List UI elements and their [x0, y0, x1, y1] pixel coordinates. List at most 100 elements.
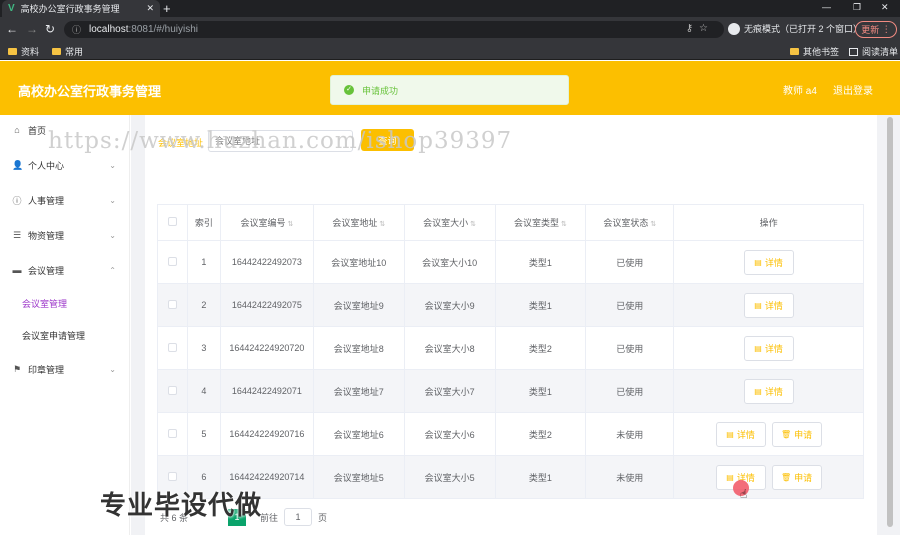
col-type[interactable]: 会议室类型 ⇅	[494, 204, 587, 241]
logout-link[interactable]: 退出登录	[833, 82, 873, 97]
cell-address: 会议室地址8	[312, 326, 405, 370]
site-info-icon[interactable]: ⓘ	[72, 23, 81, 36]
col-address[interactable]: 会议室地址 ⇅	[312, 204, 405, 241]
sidebar-item-meeting[interactable]: ▬ 会议管理 ⌃	[0, 260, 130, 280]
cell-actions: ▤ 详情 🗑 申请	[673, 455, 864, 499]
cell-type: 类型1	[494, 240, 587, 284]
checkbox[interactable]	[167, 385, 177, 395]
document-icon: ▤	[754, 343, 762, 353]
sort-icon[interactable]: ⇅	[287, 221, 293, 228]
meeting-room-table: 索引 会议室编号 ⇅ 会议室地址 ⇅ 会议室大小 ⇅ 会议室类型 ⇅ 会议室状态 ⇅ 操作…	[157, 204, 864, 499]
cell-size: 会议室大小9	[403, 283, 496, 327]
cell-actions: ▤ 详情	[673, 240, 864, 284]
row-checkbox-cell[interactable]	[157, 412, 188, 456]
sort-icon[interactable]: ⇅	[470, 221, 476, 228]
chevron-down-icon: ⌄	[109, 195, 116, 205]
info-icon: ⓘ	[12, 195, 22, 206]
cell-status: 已使用	[585, 240, 675, 284]
select-all-checkbox[interactable]	[157, 204, 188, 241]
apply-label: 申请	[794, 429, 813, 440]
submenu-label: 会议室管理	[22, 298, 68, 309]
vue-logo-icon: V	[8, 3, 15, 14]
cell-size: 会议室大小7	[403, 369, 496, 413]
row-checkbox-cell[interactable]	[157, 326, 188, 370]
checkbox[interactable]	[167, 299, 177, 309]
maximize-icon[interactable]: ❐	[853, 2, 861, 13]
bookmark-folder[interactable]: 资料	[8, 45, 39, 58]
table-row: 3 164424224920720 会议室地址8 会议室大小8 类型2 已使用 …	[157, 326, 864, 370]
col-status[interactable]: 会议室状态 ⇅	[585, 204, 675, 241]
detail-button[interactable]: ▤ 详情	[743, 335, 794, 361]
cell-actions: ▤ 详情	[673, 369, 864, 413]
apply-button[interactable]: 🗑 申请	[771, 421, 822, 447]
document-icon: ▤	[726, 472, 734, 482]
detail-button[interactable]: ▤ 详情	[743, 292, 794, 318]
col-label: 会议室类型	[513, 218, 559, 228]
url-field[interactable]: ⓘ localhost:8081/#/huiyishi ⚷☆	[64, 21, 724, 38]
col-label: 会议室大小	[423, 218, 469, 228]
detail-button[interactable]: ▤ 详情	[743, 378, 794, 404]
back-icon[interactable]: ←	[6, 22, 18, 36]
bookmark-label: 阅读清单	[862, 47, 899, 57]
checkbox[interactable]	[167, 428, 177, 438]
cell-index: 3	[186, 326, 221, 370]
cell-address: 会议室地址5	[312, 455, 405, 499]
sort-icon[interactable]: ⇅	[379, 221, 385, 228]
row-checkbox-cell[interactable]	[157, 369, 188, 413]
submenu-room-applications[interactable]: 会议室申请管理	[0, 325, 130, 345]
detail-button[interactable]: ▤ 详情	[743, 249, 794, 275]
sidebar-item-supplies[interactable]: ☰ 物资管理 ⌄	[0, 225, 130, 245]
cell-type: 类型1	[494, 369, 587, 413]
sort-icon[interactable]: ⇅	[561, 221, 567, 228]
col-code[interactable]: 会议室编号 ⇅	[219, 204, 314, 241]
update-button[interactable]: 更新 ⋮	[855, 21, 897, 38]
detail-label: 详情	[764, 343, 783, 354]
goto-input[interactable]: 1	[284, 508, 313, 526]
key-star-icons[interactable]: ⚷☆	[686, 23, 714, 34]
cell-size: 会议室大小8	[403, 326, 496, 370]
folder-icon	[8, 48, 17, 55]
cell-address: 会议室地址10	[312, 240, 405, 284]
chevron-up-icon: ⌃	[109, 265, 116, 275]
table-row: 2 16442422492075 会议室地址9 会议室大小9 类型1 已使用 ▤…	[157, 283, 864, 327]
apply-button[interactable]: 🗑 申请	[771, 464, 822, 490]
sort-icon[interactable]: ⇅	[650, 221, 656, 228]
sidebar-item-seals[interactable]: ⚑ 印章管理 ⌄	[0, 359, 130, 379]
incognito-indicator[interactable]: 无痕模式（已打开 2 个窗口）	[728, 22, 862, 35]
sidebar-item-profile[interactable]: 👤 个人中心 ⌄	[0, 155, 130, 175]
cell-type: 类型2	[494, 412, 587, 456]
forward-icon[interactable]: →	[26, 22, 38, 36]
checkbox[interactable]	[167, 471, 177, 481]
sidebar-item-label: 个人中心	[28, 160, 65, 171]
cell-code: 16442422492071	[219, 369, 314, 413]
detail-button[interactable]: ▤ 详情	[715, 421, 766, 447]
reload-icon[interactable]: ↻	[45, 22, 55, 36]
reading-list[interactable]: 阅读清单	[849, 45, 898, 58]
col-size[interactable]: 会议室大小 ⇅	[403, 204, 496, 241]
cell-status: 已使用	[585, 369, 675, 413]
folder-icon	[52, 48, 61, 55]
scrollbar[interactable]	[887, 117, 893, 527]
goto-label: 前往	[260, 512, 279, 523]
new-tab-icon[interactable]: +	[163, 1, 171, 16]
checkbox[interactable]	[167, 342, 177, 352]
other-bookmarks[interactable]: 其他书签	[790, 45, 839, 58]
submenu-meeting-rooms[interactable]: 会议室管理	[0, 293, 130, 313]
minimize-icon[interactable]: —	[822, 2, 831, 12]
trash-icon: 🗑	[781, 472, 792, 482]
cell-address: 会议室地址9	[312, 283, 405, 327]
sidebar-item-personnel[interactable]: ⓘ 人事管理 ⌄	[0, 190, 130, 210]
bookmark-folder[interactable]: 常用	[52, 45, 83, 58]
checkbox[interactable]	[167, 217, 177, 226]
browser-tab[interactable]: V 高校办公室行政事务管理 ✕	[2, 0, 160, 17]
cell-type: 类型1	[494, 283, 587, 327]
close-window-icon[interactable]: ✕	[881, 2, 889, 13]
close-tab-icon[interactable]: ✕	[146, 3, 154, 14]
row-checkbox-cell[interactable]	[157, 283, 188, 327]
table-row: 5 164424224920716 会议室地址6 会议室大小6 类型2 未使用 …	[157, 412, 864, 456]
sidebar: ⌂ 首页 👤 个人中心 ⌄ ⓘ 人事管理 ⌄ ☰ 物资管理 ⌄ ▬ 会议管理 ⌃ 会议室管理 会议…	[0, 115, 130, 535]
detail-label: 详情	[764, 300, 783, 311]
row-checkbox-cell[interactable]	[157, 240, 188, 284]
user-icon: 👤	[12, 159, 24, 170]
checkbox[interactable]	[167, 256, 177, 266]
